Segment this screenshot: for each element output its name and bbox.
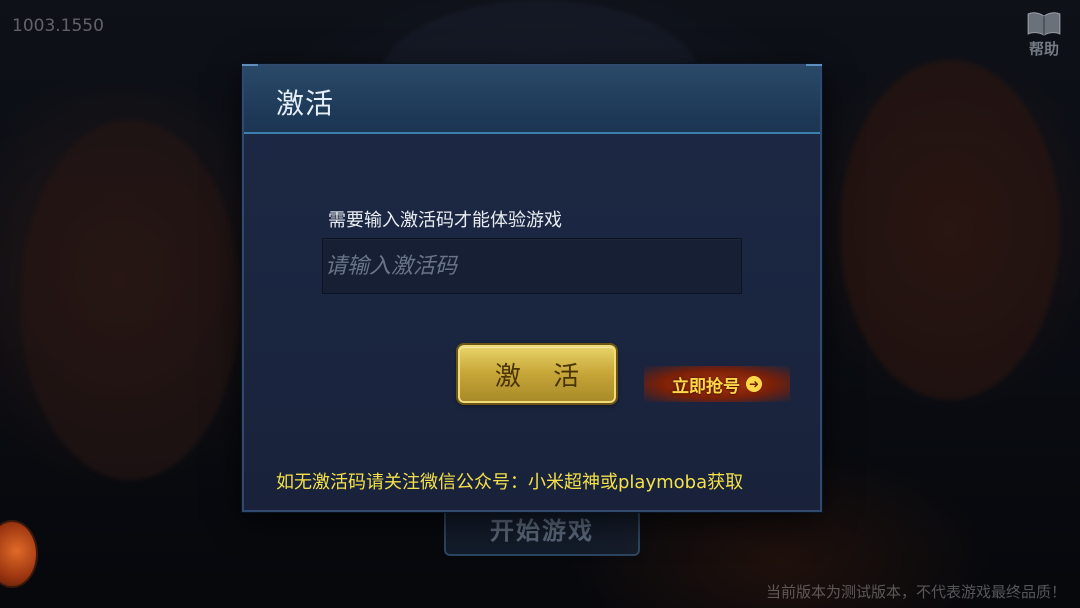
arrow-right-circle-icon: ➜ xyxy=(746,376,762,392)
activation-help-note: 如无激活码请关注微信公众号：小米超神或playmoba获取 xyxy=(276,472,744,493)
activation-code-input[interactable] xyxy=(322,238,742,294)
dialog-header: 激活 xyxy=(242,64,822,134)
help-label: 帮助 xyxy=(1028,40,1059,58)
disclaimer-text: 当前版本为测试版本，不代表游戏最终品质！ xyxy=(765,583,1066,601)
activation-dialog: 激活 需要输入激活码才能体验游戏 激 活 立即抢号 ➜ 如无激活码请关注微信公众… xyxy=(242,64,822,512)
grab-code-button[interactable]: 立即抢号 ➜ xyxy=(644,366,790,402)
header-corner-right xyxy=(806,64,822,72)
version-label: 1003.1550 xyxy=(12,16,104,36)
book-icon xyxy=(1027,12,1061,36)
activate-button[interactable]: 激 活 xyxy=(458,345,616,403)
activation-prompt: 需要输入激活码才能体验游戏 xyxy=(328,210,562,231)
grab-code-label: 立即抢号 xyxy=(672,376,740,397)
dialog-title: 激活 xyxy=(276,87,335,120)
help-button[interactable]: 帮助 xyxy=(1022,10,1066,62)
header-corner-left xyxy=(242,64,258,72)
